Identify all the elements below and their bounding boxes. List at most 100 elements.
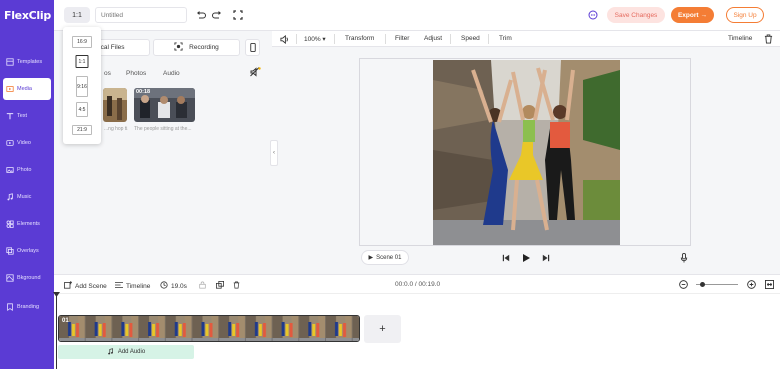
fullscreen-icon[interactable] (232, 9, 244, 21)
filter-button[interactable]: Filter (395, 35, 409, 42)
media-thumbnail[interactable]: 00:18 (134, 88, 195, 122)
clip-number: 01 (62, 318, 69, 324)
duration-value: 19.0s (171, 282, 187, 290)
sidebar-item-video[interactable]: Video (3, 132, 51, 154)
add-scene-icon (64, 281, 73, 291)
sidebar: FlexClip Templates Media Text Video Phot… (0, 0, 54, 369)
sidebar-item-photo[interactable]: Photo (3, 159, 51, 181)
divider (334, 34, 335, 44)
adjust-button[interactable]: Adjust (424, 35, 442, 42)
add-scene-button[interactable]: Add Scene (64, 281, 107, 291)
timeline-button[interactable]: Timeline (115, 281, 150, 291)
phone-icon (249, 43, 256, 52)
chat-icon[interactable] (587, 9, 599, 21)
scene-selector-button[interactable]: ▶ Scene 01 (361, 250, 409, 265)
collapse-panel-button[interactable]: ‹ (270, 140, 278, 166)
sidebar-item-label: Photo (17, 167, 32, 173)
project-title-input[interactable] (95, 7, 187, 23)
phone-upload-button[interactable] (245, 39, 260, 56)
thumbnail-caption: The people sitting at the... (134, 126, 192, 132)
elements-icon (6, 220, 14, 228)
zoom-in-icon[interactable] (747, 280, 756, 291)
photo-icon (6, 167, 14, 173)
lock-icon[interactable] (199, 281, 206, 289)
aspect-ratio-menu: 16:9 1:1 9:16 4:5 21:9 (63, 27, 101, 144)
scene-label: Scene 01 (376, 254, 402, 261)
sidebar-item-label: Video (17, 140, 31, 146)
fit-timeline-icon[interactable] (765, 280, 774, 291)
recording-label: Recording (189, 44, 219, 51)
sidebar-item-background[interactable]: Bkground (3, 267, 51, 289)
chevron-left-icon: ‹ (273, 150, 275, 156)
duration-display[interactable]: 19.0s (160, 281, 187, 291)
sidebar-item-text[interactable]: Text (3, 105, 51, 127)
tab-videos[interactable]: os (104, 70, 111, 77)
redo-icon[interactable] (211, 9, 223, 21)
edit-toolbar: 100% ▾ Transform Filter Adjust Speed Tri… (272, 30, 780, 47)
divider (450, 34, 451, 44)
add-clip-button[interactable]: + (364, 315, 401, 343)
sidebar-item-music[interactable]: Music (3, 186, 51, 208)
sidebar-item-label: Bkground (17, 275, 41, 281)
ratio-option-21-9[interactable]: 21:9 (72, 125, 92, 135)
zoom-out-icon[interactable] (679, 280, 688, 291)
skip-back-icon[interactable] (500, 252, 512, 264)
clock-icon (160, 281, 168, 291)
volume-icon[interactable] (280, 34, 289, 46)
background-icon (6, 274, 14, 282)
music-icon (7, 193, 13, 201)
add-audio-track[interactable]: Add Audio (58, 345, 194, 359)
sidebar-item-label: Text (17, 113, 28, 119)
ratio-option-1-1[interactable]: 1:1 (75, 55, 89, 68)
video-icon (6, 140, 14, 146)
sign-up-button[interactable]: Sign Up (726, 7, 764, 23)
media-thumbnail[interactable] (103, 88, 127, 122)
sidebar-item-label: Elements (17, 221, 40, 227)
aspect-ratio-button[interactable]: 1:1 (64, 7, 90, 23)
flexclip-logo[interactable]: FlexClip (4, 9, 51, 22)
ratio-option-16-9[interactable]: 16:9 (72, 36, 92, 48)
duplicate-icon[interactable] (216, 281, 224, 289)
video-clip-track[interactable]: 01 (58, 315, 360, 342)
sidebar-item-label: Templates (17, 59, 43, 65)
undo-icon[interactable] (195, 9, 207, 21)
transform-button[interactable]: Transform (345, 35, 374, 42)
ratio-option-9-16[interactable]: 9:16 (76, 76, 88, 97)
trim-button[interactable]: Trim (499, 35, 512, 42)
sidebar-item-branding[interactable]: Branding (3, 296, 51, 318)
thumbnail-duration: 00:18 (136, 89, 151, 95)
zoom-dropdown[interactable]: 100% ▾ (304, 35, 326, 43)
divider (296, 34, 297, 44)
ratio-option-4-5[interactable]: 4:5 (76, 102, 88, 117)
speed-button[interactable]: Speed (461, 35, 480, 42)
thumbnail-caption: ...ng hop ti... (104, 126, 128, 132)
tab-audio[interactable]: Audio (163, 70, 180, 77)
tab-photos[interactable]: Photos (126, 70, 146, 77)
export-button[interactable]: Export → (671, 7, 714, 23)
text-icon (6, 113, 14, 120)
zoom-slider-handle[interactable] (700, 282, 705, 287)
save-changes-button[interactable]: Save Changes (607, 7, 665, 23)
trash-icon[interactable] (764, 34, 773, 46)
skip-forward-icon[interactable] (540, 252, 552, 264)
sidebar-item-elements[interactable]: Elements (3, 213, 51, 235)
templates-icon (6, 58, 14, 66)
record-icon (174, 42, 183, 53)
video-canvas[interactable] (433, 60, 620, 245)
recording-button[interactable]: Recording (153, 39, 240, 56)
delete-icon[interactable] (233, 281, 240, 289)
sidebar-item-overlays[interactable]: Overlays (3, 240, 51, 262)
sidebar-item-templates[interactable]: Templates (3, 51, 51, 73)
timeline-toggle-button[interactable]: Timeline (728, 35, 752, 42)
branding-icon (7, 303, 13, 311)
play-icon: ▶ (368, 255, 374, 261)
add-scene-label: Add Scene (75, 282, 107, 290)
sidebar-item-media[interactable]: Media (3, 78, 51, 100)
play-button[interactable] (520, 252, 532, 264)
zoom-value: 100% (304, 36, 321, 43)
plus-icon: + (379, 323, 386, 335)
divider (385, 34, 386, 44)
playhead[interactable] (56, 292, 57, 369)
hide-audio-icon[interactable] (250, 67, 261, 79)
microphone-icon[interactable] (678, 252, 690, 264)
